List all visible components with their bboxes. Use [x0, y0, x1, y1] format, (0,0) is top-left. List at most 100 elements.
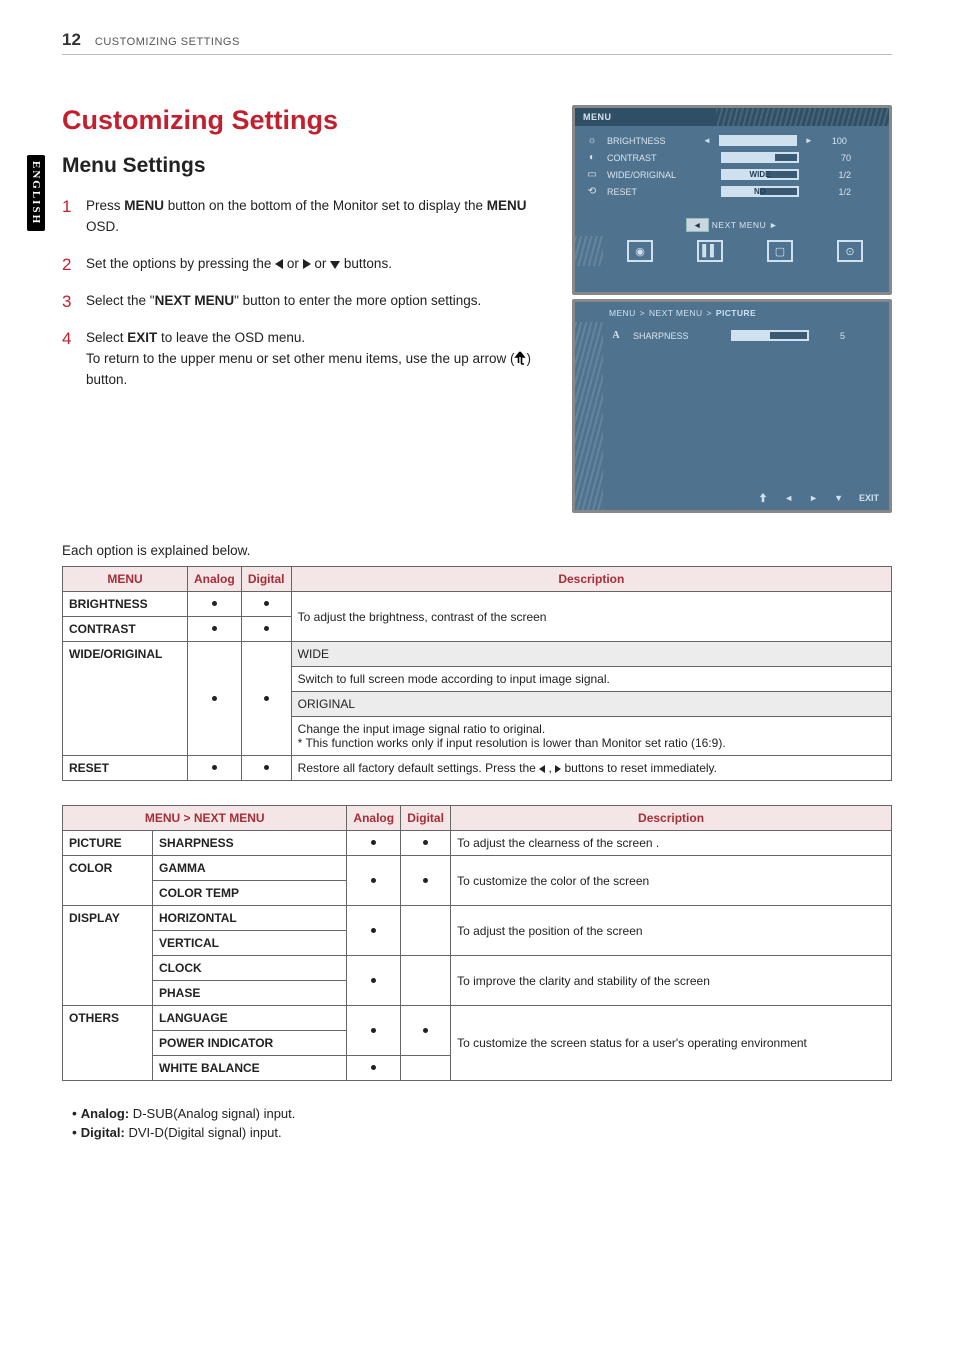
cell-desc: To adjust the brightness, contrast of th… — [291, 592, 891, 642]
osd-row-label: CONTRAST — [607, 153, 695, 163]
right-arrow-icon — [303, 259, 311, 269]
cell-category: COLOR — [63, 856, 153, 906]
cell-empty — [401, 956, 451, 1006]
osd-menu-panel: MENU ☼ BRIGHTNESS ◄ ► 100 ◐ CONTRAST 70 — [572, 105, 892, 295]
cell-dot — [347, 1056, 401, 1081]
step-1: Press MENU button on the bottom of the M… — [62, 196, 548, 238]
cell-dot — [241, 592, 291, 617]
osd-value: 1/2 — [825, 170, 851, 180]
step-text: to leave the OSD menu. — [157, 330, 305, 345]
down-arrow-icon: ▼ — [834, 493, 843, 503]
cell-label: POWER INDICATOR — [153, 1031, 347, 1056]
table-intro-note: Each option is explained below. — [62, 543, 892, 558]
cell-dot — [347, 831, 401, 856]
th-digital: Digital — [241, 567, 291, 592]
cell-dot — [188, 642, 242, 756]
th-menu: MENU > NEXT MENU — [63, 806, 347, 831]
cell-dot — [188, 592, 242, 617]
osd-exit-label: EXIT — [859, 493, 879, 503]
header-section-title: CUSTOMIZING SETTINGS — [95, 36, 240, 48]
step-text: Select the " — [86, 293, 155, 308]
cell-dot — [401, 1006, 451, 1056]
step-text: or — [283, 256, 303, 271]
osd-display-icon: ▢ — [767, 240, 793, 262]
language-tab: ENGLISH — [27, 155, 45, 231]
cell-dot — [401, 856, 451, 906]
steps-list: Press MENU button on the bottom of the M… — [62, 196, 548, 390]
cell-dot — [401, 831, 451, 856]
cell-empty — [401, 906, 451, 956]
cell-label: BRIGHTNESS — [63, 592, 188, 617]
step-text: " button to enter the more option settin… — [234, 293, 481, 308]
legend-item: Analog: D-SUB(Analog signal) input. — [72, 1105, 892, 1121]
cell-category: PICTURE — [63, 831, 153, 856]
left-arrow-icon — [275, 259, 283, 269]
osd-slider — [721, 152, 799, 163]
cell-label: PHASE — [153, 981, 347, 1006]
step-text: Set the options by pressing the — [86, 256, 275, 271]
step-text: OSD. — [86, 219, 119, 234]
cell-dot — [347, 956, 401, 1006]
osd-row-brightness: ☼ BRIGHTNESS ◄ ► 100 — [575, 132, 889, 149]
step-text: To return to the upper menu or set other… — [86, 351, 514, 366]
cell-desc: Change the input image signal ratio to o… — [291, 717, 891, 756]
cell-subhead: ORIGINAL — [291, 692, 891, 717]
cell-dot — [188, 756, 242, 781]
th-menu: MENU — [63, 567, 188, 592]
step-text: or — [311, 256, 331, 271]
step-keyword: EXIT — [127, 330, 157, 345]
osd-row-label: RESET — [607, 187, 695, 197]
th-description: Description — [291, 567, 891, 592]
step-3: Select the "NEXT MENU" button to enter t… — [62, 291, 548, 312]
osd-picture-icon: ◉ — [627, 240, 653, 262]
cell-label: WIDE/ORIGINAL — [63, 642, 188, 756]
up-arrow-icon — [514, 351, 526, 365]
section-subtitle: Menu Settings — [62, 154, 548, 178]
cell-dot — [347, 1006, 401, 1056]
th-digital: Digital — [401, 806, 451, 831]
cell-desc: To customize the color of the screen — [451, 856, 892, 906]
cell-label: VERTICAL — [153, 931, 347, 956]
th-analog: Analog — [347, 806, 401, 831]
osd-others-icon: ⊙ — [837, 240, 863, 262]
step-text: Select — [86, 330, 127, 345]
step-4: Select EXIT to leave the OSD menu. To re… — [62, 328, 548, 391]
step-keyword: MENU — [124, 198, 164, 213]
step-text: buttons. — [340, 256, 392, 271]
legend-item: Digital: DVI-D(Digital signal) input. — [72, 1124, 892, 1140]
left-arrow-icon: ◄ — [784, 493, 793, 503]
cell-label: CLOCK — [153, 956, 347, 981]
osd-value: 5 — [819, 331, 845, 341]
cell-dot — [347, 856, 401, 906]
cell-label: CONTRAST — [63, 617, 188, 642]
cell-dot — [241, 617, 291, 642]
legend-list: Analog: D-SUB(Analog signal) input. Digi… — [72, 1105, 892, 1140]
osd-slider — [719, 135, 797, 146]
page-title: Customizing Settings — [62, 105, 548, 136]
cell-desc: Switch to full screen mode according to … — [291, 667, 891, 692]
contrast-icon: ◐ — [585, 152, 599, 163]
osd-title-bar: MENU — [575, 108, 889, 126]
cell-label: HORIZONTAL — [153, 906, 347, 931]
osd-row-contrast: ◐ CONTRAST 70 — [575, 149, 889, 166]
cell-desc: To adjust the clearness of the screen . — [451, 831, 892, 856]
next-menu-options-table: MENU > NEXT MENU Analog Digital Descript… — [62, 805, 892, 1081]
osd-value: 1/2 — [825, 187, 851, 197]
page-header: 12 CUSTOMIZING SETTINGS — [62, 30, 892, 55]
osd-row-reset: ⟲ RESET NO 1/2 — [575, 183, 889, 200]
cell-subhead: WIDE — [291, 642, 891, 667]
reset-icon: ⟲ — [585, 186, 599, 197]
right-arrow-icon: ► — [809, 493, 818, 503]
osd-row-label: SHARPNESS — [633, 331, 721, 341]
th-analog: Analog — [188, 567, 242, 592]
step-2: Set the options by pressing the or or bu… — [62, 254, 548, 275]
osd-category-icons: ◉ ▌▌ ▢ ⊙ — [575, 236, 889, 266]
cell-label: WHITE BALANCE — [153, 1056, 347, 1081]
cell-dot — [347, 906, 401, 956]
cell-category: OTHERS — [63, 1006, 153, 1081]
osd-value: 100 — [821, 136, 847, 146]
osd-row-sharpness: A SHARPNESS 5 — [575, 328, 889, 343]
osd-value: 70 — [825, 153, 851, 163]
cell-label: RESET — [63, 756, 188, 781]
osd-control-row: ◄ ► ▼ EXIT — [603, 490, 883, 506]
